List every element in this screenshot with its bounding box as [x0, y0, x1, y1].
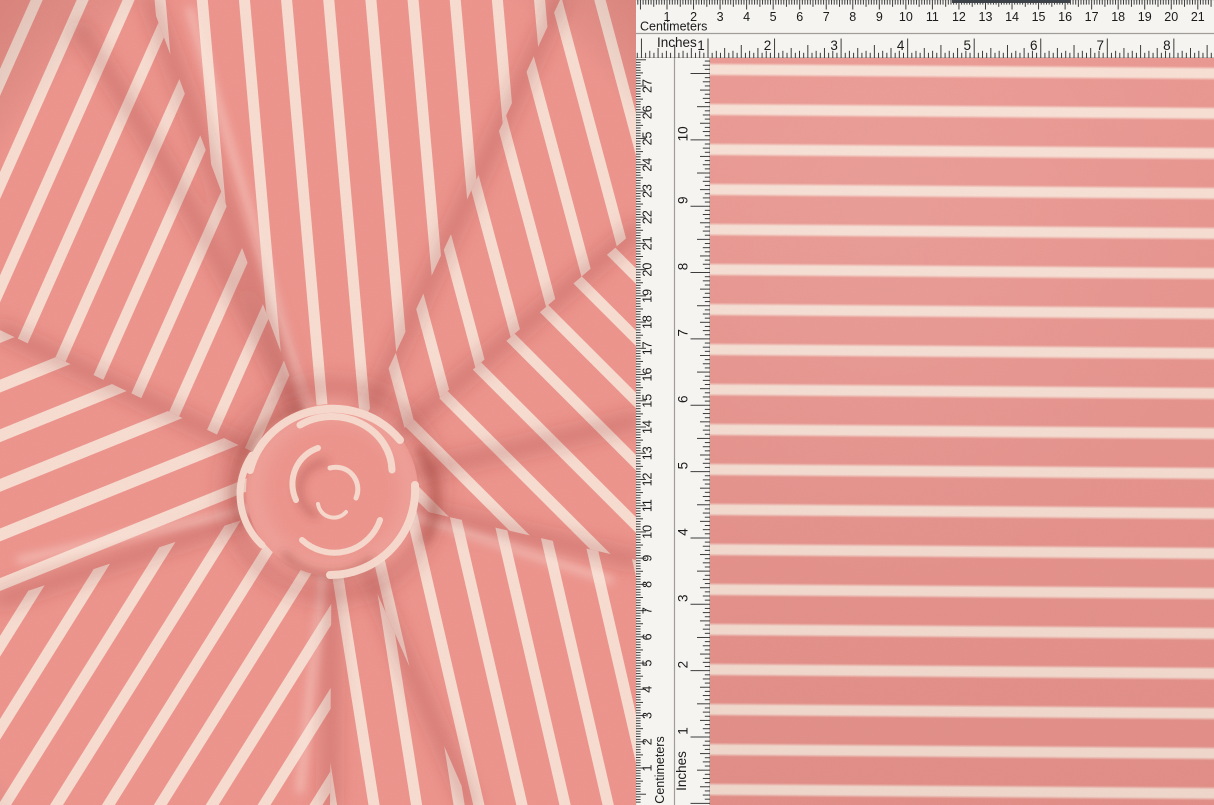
svg-text:10: 10	[899, 10, 913, 24]
horizontal-cm-numbers: 123456789101112131415161718192021	[664, 10, 1205, 24]
svg-text:18: 18	[1111, 10, 1125, 24]
svg-text:9: 9	[641, 555, 655, 562]
svg-text:4: 4	[897, 38, 905, 53]
svg-text:18: 18	[641, 315, 655, 329]
svg-text:1: 1	[697, 38, 705, 53]
svg-text:7: 7	[676, 329, 691, 337]
svg-text:12: 12	[641, 472, 655, 486]
svg-text:4: 4	[676, 528, 691, 536]
svg-text:4: 4	[641, 686, 655, 693]
svg-text:3: 3	[717, 10, 724, 24]
svg-text:12: 12	[952, 10, 966, 24]
svg-text:7: 7	[823, 10, 830, 24]
svg-text:25: 25	[641, 131, 655, 145]
striped-fabric-product-image: 123456789101112131415161718192021 123456…	[0, 0, 1214, 805]
svg-text:13: 13	[641, 446, 655, 460]
vertical-inch-numbers: 1 2 3 4 5 6 7 8 9 10	[676, 126, 691, 734]
svg-text:3: 3	[830, 38, 838, 53]
fabric-texture-noise	[0, 0, 636, 805]
svg-text:9: 9	[676, 196, 691, 204]
svg-text:1: 1	[676, 727, 691, 735]
vertical-ruler-scale: 1234567891011121314151617181920212223242…	[636, 58, 710, 805]
svg-text:6: 6	[1030, 38, 1038, 53]
svg-text:15: 15	[1032, 10, 1046, 24]
horizontal-cm-tick-marks	[638, 0, 1211, 10]
svg-text:21: 21	[1191, 10, 1205, 24]
svg-text:21: 21	[641, 236, 655, 250]
svg-text:14: 14	[1005, 10, 1019, 24]
svg-text:27: 27	[641, 79, 655, 93]
fabric-sheen	[710, 58, 1214, 805]
vertical-inches-label: Inches	[674, 751, 689, 791]
svg-text:6: 6	[641, 633, 655, 640]
svg-text:8: 8	[1163, 38, 1171, 53]
svg-text:19: 19	[1138, 10, 1152, 24]
svg-text:20: 20	[641, 263, 655, 277]
vertical-inch-tick-marks	[691, 61, 711, 803]
flat-fabric-swatch	[710, 58, 1214, 805]
svg-text:16: 16	[641, 368, 655, 382]
horizontal-ruler: 123456789101112131415161718192021 123456…	[636, 0, 1214, 58]
svg-text:15: 15	[641, 394, 655, 408]
svg-text:8: 8	[641, 581, 655, 588]
scan-edge-artifact	[952, 0, 1070, 3]
vertical-cm-numbers: 1234567891011121314151617181920212223242…	[641, 79, 655, 771]
draped-fabric-illustration	[0, 0, 636, 805]
svg-text:13: 13	[979, 10, 993, 24]
svg-text:5: 5	[963, 38, 971, 53]
vertical-ruler: 1234567891011121314151617181920212223242…	[636, 58, 710, 805]
horizontal-centimeters-label: Centimeters	[640, 20, 707, 34]
svg-text:10: 10	[641, 525, 655, 539]
svg-text:4: 4	[743, 10, 750, 24]
horizontal-inches-label: Inches	[657, 35, 697, 50]
vertical-centimeters-label: Centimeters	[653, 736, 667, 803]
svg-text:6: 6	[676, 395, 691, 403]
horizontal-inch-tick-marks	[637, 39, 1211, 59]
svg-text:2: 2	[676, 661, 691, 669]
svg-text:7: 7	[1097, 38, 1105, 53]
draped-fabric-photo	[0, 0, 636, 805]
svg-text:8: 8	[849, 10, 856, 24]
svg-text:9: 9	[876, 10, 883, 24]
svg-text:11: 11	[926, 10, 939, 24]
horizontal-ruler-scale: 123456789101112131415161718192021 123456…	[636, 0, 1214, 58]
svg-text:19: 19	[641, 289, 655, 303]
svg-text:10: 10	[676, 126, 691, 141]
svg-text:8: 8	[676, 263, 691, 271]
svg-text:17: 17	[1085, 10, 1099, 24]
svg-text:14: 14	[641, 420, 655, 434]
svg-text:24: 24	[641, 158, 655, 172]
svg-text:26: 26	[641, 105, 655, 119]
svg-text:5: 5	[770, 10, 777, 24]
svg-text:3: 3	[641, 712, 655, 719]
svg-text:17: 17	[641, 341, 655, 355]
svg-text:22: 22	[641, 210, 655, 224]
svg-text:20: 20	[1164, 10, 1178, 24]
horizontal-inch-numbers: 1 2 3 4 5 6 7 8	[697, 38, 1170, 53]
svg-text:16: 16	[1058, 10, 1072, 24]
svg-text:7: 7	[641, 607, 655, 614]
svg-text:2: 2	[764, 38, 772, 53]
svg-text:11: 11	[641, 499, 655, 512]
svg-text:5: 5	[676, 462, 691, 470]
svg-text:23: 23	[641, 184, 655, 198]
svg-text:5: 5	[641, 660, 655, 667]
svg-text:3: 3	[676, 595, 691, 603]
svg-text:6: 6	[796, 10, 803, 24]
